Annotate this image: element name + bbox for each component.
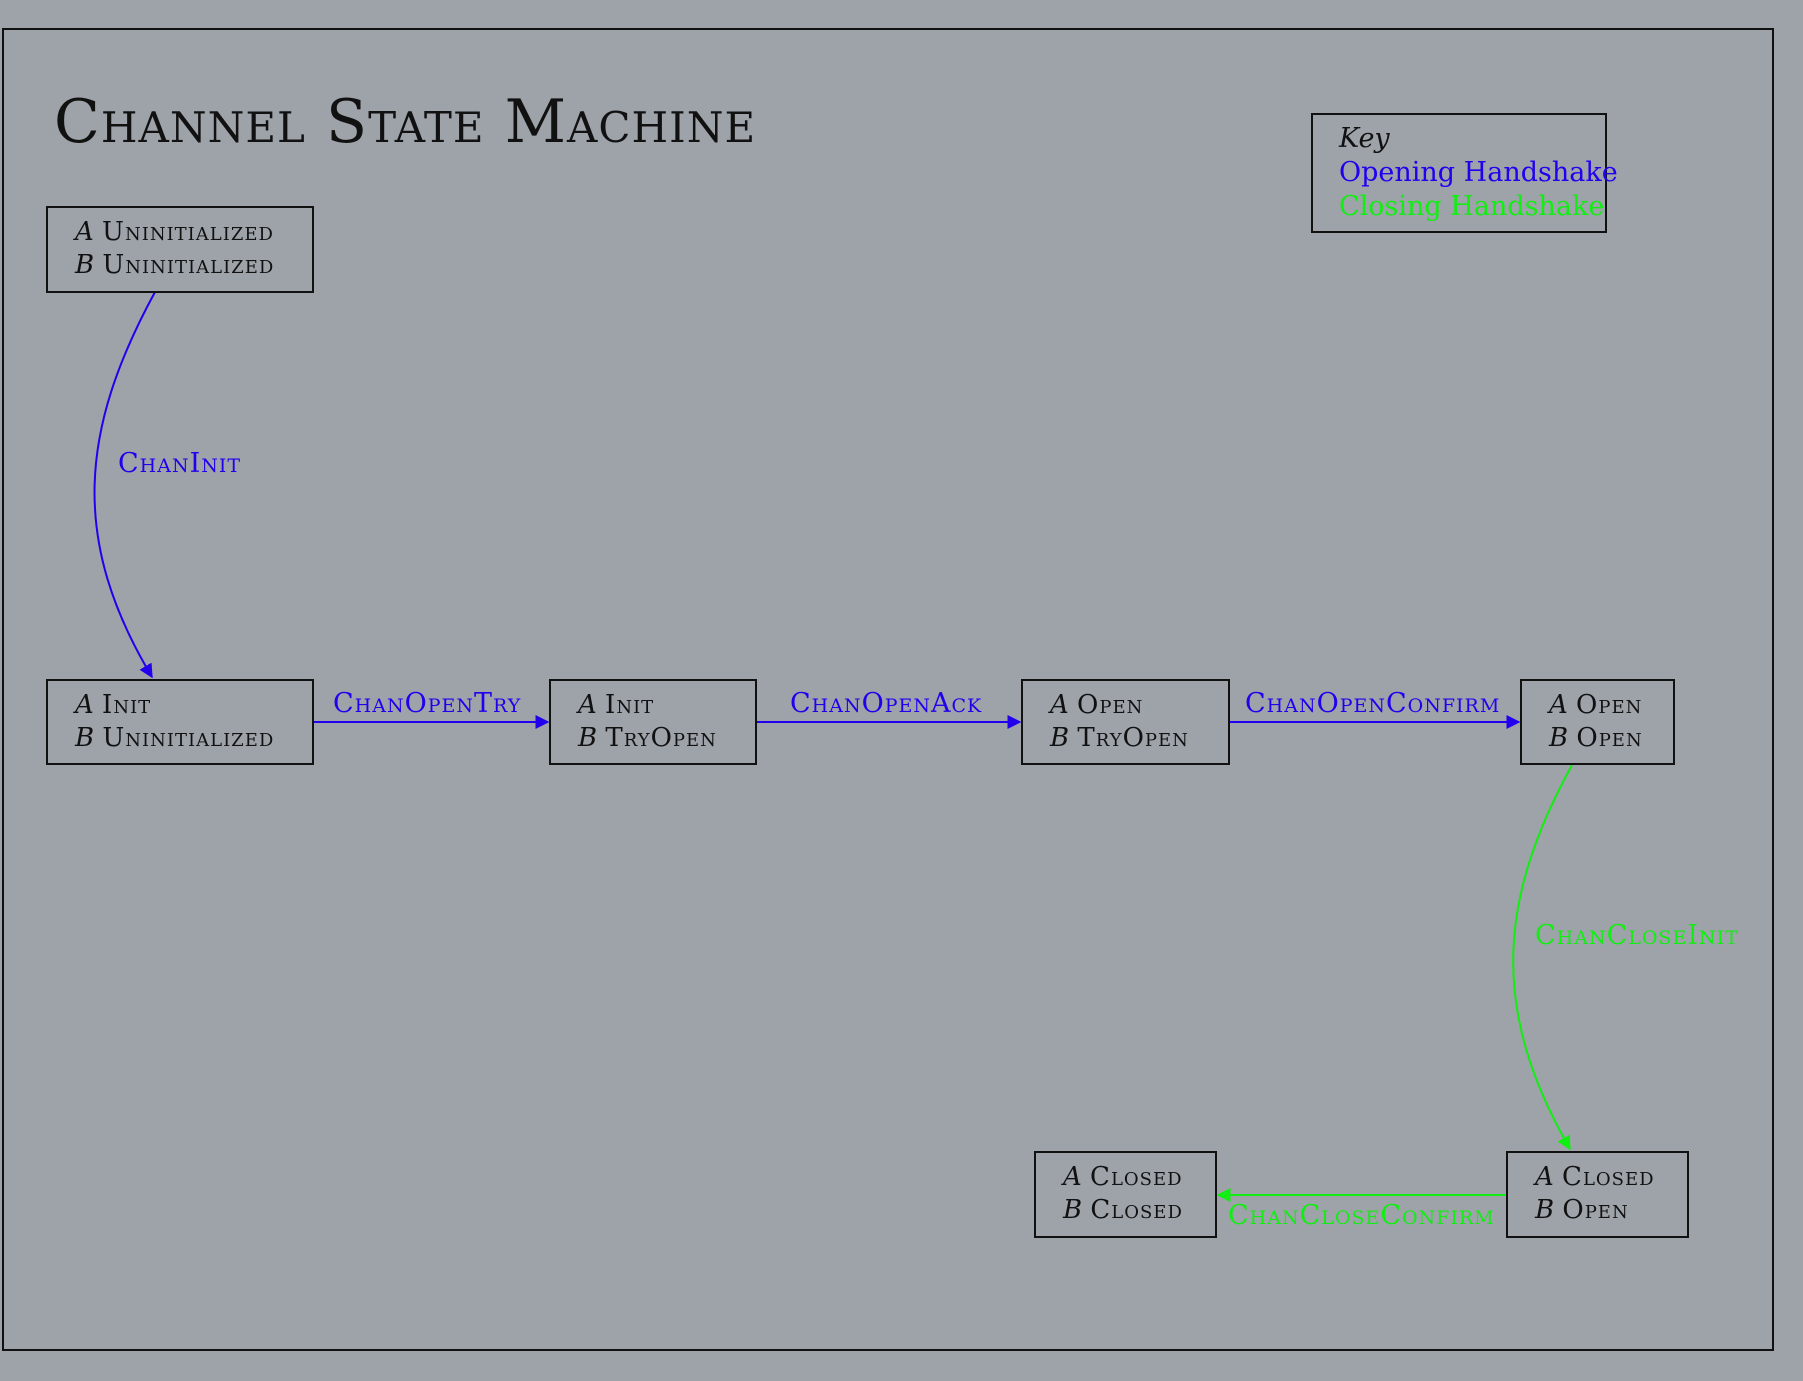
state-party: B [1050,723,1070,753]
state-party: B [1535,1195,1555,1225]
state-value: Init [605,690,655,720]
state-node-3: A Init B TryOpen [549,679,757,765]
transition-label-chan-open-confirm: ChanOpenConfirm [1245,688,1501,719]
state-party: B [1063,1195,1083,1225]
state-value: Uninitialized [102,723,275,753]
state-value: Open [1576,690,1643,720]
edge-t5 [1512,764,1573,1151]
transition-label-chan-open-ack: ChanOpenAck [790,688,983,719]
state-value: TryOpen [605,723,717,753]
transition-label-chan-init: ChanInit [118,448,242,479]
state-value: Open [1562,1195,1629,1225]
state-party: B [75,250,95,280]
state-node-7: A Closed B Closed [1034,1151,1217,1238]
transition-label-chan-open-try: ChanOpenTry [333,688,522,719]
state-party: A [1050,690,1069,720]
transition-label-chan-close-init: ChanCloseInit [1535,920,1739,951]
state-value: TryOpen [1077,723,1189,753]
state-value: Init [102,690,152,720]
state-value: Closed [1090,1162,1183,1192]
state-party: B [75,723,95,753]
state-party: B [1549,723,1569,753]
state-value: Open [1077,690,1144,720]
state-value: Uninitialized [102,250,275,280]
state-party: B [578,723,598,753]
state-value: Closed [1562,1162,1655,1192]
state-value: Open [1576,723,1643,753]
state-node-5: A Open B Open [1520,679,1675,765]
state-node-6: A Closed B Open [1506,1151,1689,1238]
transition-label-chan-close-confirm: ChanCloseConfirm [1228,1200,1495,1231]
state-party: A [1549,690,1568,720]
state-party: A [75,690,94,720]
state-party: A [75,217,94,247]
state-value: Uninitialized [102,217,274,247]
state-node-1: A Uninitialized B Uninitialized [46,206,314,293]
state-node-2: A Init B Uninitialized [46,679,314,765]
state-party: A [578,690,597,720]
state-value: Closed [1090,1195,1183,1225]
state-party: A [1535,1162,1554,1192]
edge-t1 [93,291,156,679]
state-node-4: A Open B TryOpen [1021,679,1230,765]
state-party: A [1063,1162,1082,1192]
